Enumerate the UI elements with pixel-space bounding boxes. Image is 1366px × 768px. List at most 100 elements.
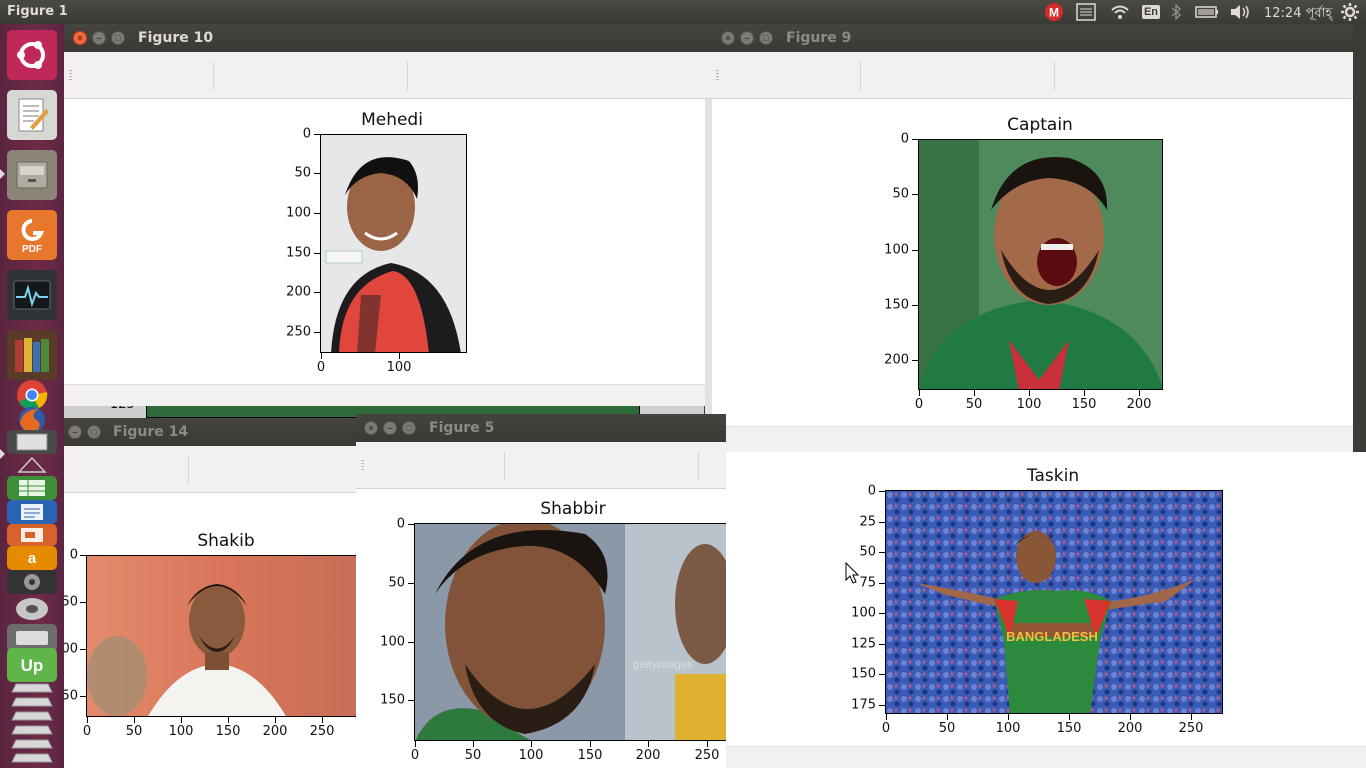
x-tick-label: 200 (1126, 397, 1152, 412)
active-app-title: Figure 1 (7, 4, 68, 19)
pdf-viewer-icon[interactable]: PDF (7, 210, 57, 260)
x-tick-label: 150 (215, 724, 241, 739)
figure-5-window[interactable]: × – □ Figure 5 Shabbir gettyimages 0 50 … (356, 414, 726, 768)
shakib-photo (86, 555, 364, 717)
y-tick-label: 200 (884, 352, 909, 368)
keyboard-layout-indicator[interactable]: En (1140, 2, 1162, 22)
y-tick-label: 150 (380, 692, 405, 708)
y-tick-label: 150 (286, 245, 311, 261)
status-bar (705, 426, 1353, 452)
mouse-cursor-icon (845, 561, 860, 589)
figure-toolbar (705, 52, 1353, 99)
maximize-button[interactable]: □ (402, 421, 416, 435)
x-tick-label: 250 (309, 724, 335, 739)
maximize-button[interactable]: □ (111, 31, 125, 45)
x-tick-label: 200 (635, 748, 661, 763)
status-bar (724, 746, 1366, 768)
figure-toolbar (64, 52, 705, 99)
running-indicator-icon (0, 169, 5, 179)
figure-9-window[interactable]: × – □ Figure 9 Captain 0 50 100 150 200 (705, 24, 1353, 452)
minimize-button[interactable]: – (740, 31, 754, 45)
y-tick-label: 0 (867, 483, 876, 499)
bluetooth-icon[interactable] (1168, 2, 1184, 22)
x-tick-label: 250 (694, 748, 720, 763)
minimize-button[interactable]: – (68, 425, 82, 439)
ubuntu-logo-icon[interactable] (7, 30, 57, 80)
x-tick-label: 150 (577, 748, 603, 763)
battery-icon[interactable] (1194, 2, 1220, 22)
system-monitor-icon[interactable] (7, 270, 57, 320)
upwork-icon[interactable]: Up (7, 648, 57, 682)
svg-text:a: a (28, 550, 37, 567)
window-title: Figure 10 (138, 30, 214, 46)
presentation-icon[interactable] (7, 524, 57, 546)
y-tick-label: 100 (286, 205, 311, 221)
mail-indicator-icon[interactable]: M (1043, 2, 1065, 22)
svg-text:PDF: PDF (22, 244, 42, 255)
close-button[interactable]: × (364, 421, 378, 435)
media-icon[interactable] (7, 570, 57, 594)
y-tick-label: 00 (64, 641, 78, 657)
files-icon[interactable] (7, 150, 57, 200)
x-tick-label: 200 (1117, 721, 1143, 736)
spreadsheet-icon[interactable] (7, 476, 57, 500)
close-button[interactable]: × (73, 31, 87, 45)
y-tick-label: 150 (851, 666, 876, 682)
x-tick-label: 0 (82, 724, 92, 739)
figure-toolbar (356, 442, 726, 489)
y-tick-label: 50 (294, 165, 311, 181)
taskin-figure-window[interactable]: Taskin BANGLADESH 0 25 50 75 100 125 150… (724, 452, 1366, 768)
workspace-switcher-icon[interactable] (7, 454, 57, 476)
plot-title: Captain (1007, 115, 1073, 135)
y-tick-label: 0 (302, 126, 311, 142)
x-tick-label: 50 (464, 748, 482, 763)
minimize-button[interactable]: – (383, 421, 397, 435)
window-title: Figure 14 (113, 424, 189, 440)
x-tick-label: 150 (1071, 397, 1097, 412)
window-title: Figure 9 (786, 30, 852, 46)
minimize-button[interactable]: – (92, 31, 106, 45)
calibre-icon[interactable] (7, 330, 57, 380)
y-tick-label: 100 (380, 634, 405, 650)
workspaces-stack-icon[interactable] (7, 678, 57, 764)
disks-icon[interactable] (7, 594, 57, 624)
messaging-menu-icon[interactable] (1075, 2, 1097, 22)
x-tick-label: 100 (386, 360, 412, 375)
x-tick-label: 150 (1056, 721, 1082, 736)
figure-5-titlebar[interactable]: × – □ Figure 5 (356, 414, 726, 442)
mehedi-photo (320, 134, 467, 353)
maximize-button[interactable]: □ (87, 425, 101, 439)
x-tick-label: 50 (965, 397, 983, 412)
close-button[interactable]: × (721, 31, 735, 45)
maximize-button[interactable]: □ (759, 31, 773, 45)
x-tick-label: 50 (125, 724, 143, 739)
figure-14-titlebar[interactable]: – □ Figure 14 (64, 418, 364, 446)
figure-9-titlebar[interactable]: × – □ Figure 9 (705, 24, 1353, 52)
amazon-icon[interactable]: a (7, 546, 57, 570)
y-tick-label: 200 (286, 284, 311, 300)
gear-icon[interactable] (1339, 2, 1361, 22)
figure-10-titlebar[interactable]: × – □ Figure 10 (64, 24, 705, 52)
clock[interactable]: 12:24 পূর্বাহ্ (1264, 4, 1332, 25)
y-tick-label: 175 (851, 697, 876, 713)
y-tick-label: 25 (859, 514, 876, 530)
x-tick-label: 0 (316, 360, 326, 375)
x-tick-label: 50 (938, 721, 956, 736)
y-tick-label: 50 (64, 594, 78, 610)
top-panel: Figure 1 M En 12:24 পূর্বাহ্ (0, 0, 1366, 24)
x-tick-label: 100 (995, 721, 1021, 736)
svg-text:gettyimages: gettyimages (633, 659, 693, 671)
y-tick-label: 0 (69, 547, 78, 563)
document-icon[interactable] (7, 500, 57, 524)
text-editor-icon[interactable] (7, 90, 57, 140)
x-tick-label: 100 (168, 724, 194, 739)
y-tick-label: 50 (859, 544, 876, 560)
running-indicator-icon (0, 449, 5, 459)
figure-14-window[interactable]: – □ Figure 14 Shakib 0 50 00 50 0 50 100… (64, 418, 364, 768)
figure-toolbar (64, 446, 364, 493)
volume-icon[interactable] (1228, 2, 1252, 22)
screenshot-icon[interactable] (7, 430, 57, 454)
plot-title: Taskin (1026, 466, 1080, 486)
figure-10-window[interactable]: × – □ Figure 10 Mehedi 0 50 100 150 200 … (64, 24, 705, 406)
wifi-icon[interactable] (1108, 2, 1132, 22)
